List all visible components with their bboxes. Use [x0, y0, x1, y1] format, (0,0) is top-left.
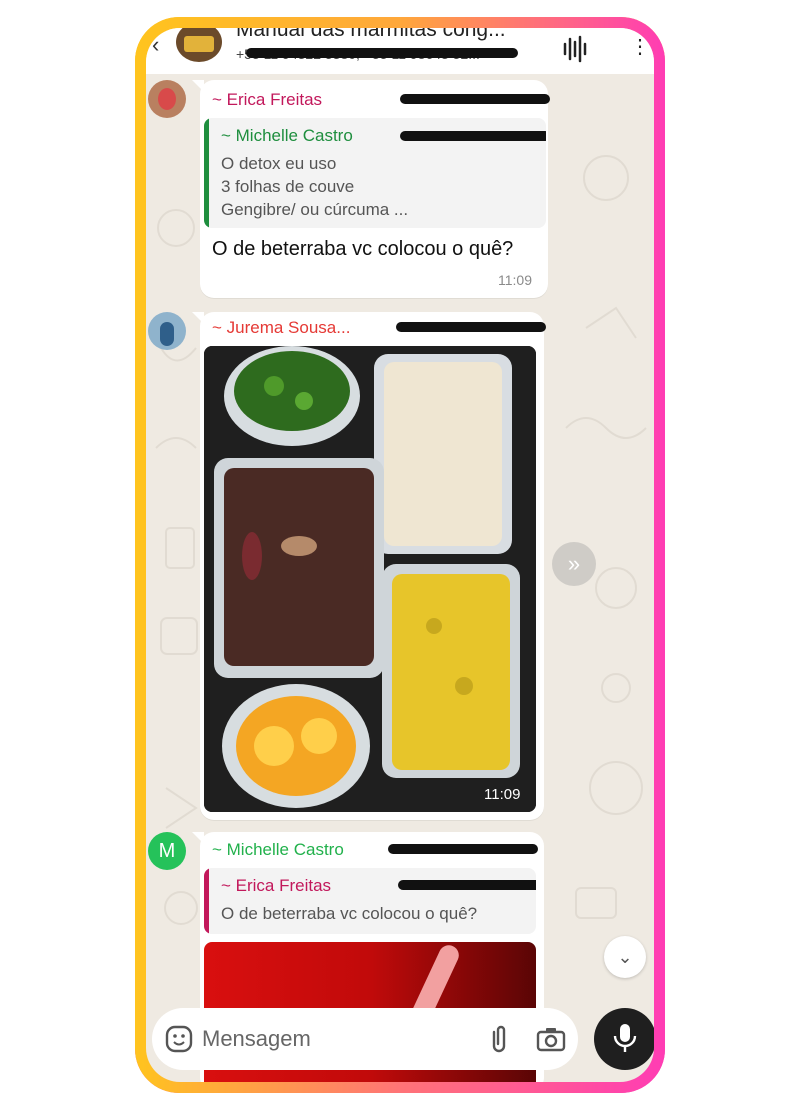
avatar-jurema[interactable]	[148, 312, 186, 350]
back-arrow-icon[interactable]: ‹	[152, 32, 159, 58]
avatar-erica[interactable]	[148, 80, 186, 118]
message-text: O de beterraba vc colocou o quê?	[212, 238, 514, 260]
camera-icon[interactable]	[536, 1024, 566, 1054]
quoted-message[interactable]: ~ Erica Freitas O de beterraba vc coloco…	[204, 868, 536, 934]
sender-name[interactable]: ~ Erica Freitas	[212, 90, 322, 110]
phone-redaction	[400, 94, 550, 104]
phone-redaction	[396, 322, 546, 332]
quote-line: O de beterraba vc colocou o quê?	[221, 904, 478, 923]
phone-redaction	[398, 880, 536, 890]
bubble-tail	[192, 832, 204, 844]
quote-line: 3 folhas de couve	[221, 177, 355, 196]
food-photo-image	[204, 346, 536, 812]
chat-screen: ‹ Manual das marmitas cong... +55 11 943…	[146, 28, 654, 1082]
chat-header: ‹ Manual das marmitas cong... +55 11 943…	[146, 28, 654, 74]
paperclip-icon[interactable]	[486, 1024, 512, 1054]
quote-line: Gengibre/ ou cúrcuma ...	[221, 200, 409, 219]
microphone-button[interactable]	[594, 1008, 654, 1070]
more-options-icon[interactable]: ⋮	[630, 34, 650, 59]
photo-time: 11:09	[484, 786, 521, 803]
message-time: 11:09	[498, 272, 532, 288]
bubble-tail	[192, 80, 204, 92]
quote-line: O detox eu uso	[221, 154, 337, 173]
bubble-tail	[192, 312, 204, 324]
phone-redaction	[400, 131, 546, 141]
redaction-bar	[246, 48, 518, 58]
message-bubble-photo[interactable]: ~ Jurema Sousa... 11:09	[192, 312, 546, 820]
quote-sender: ~ Erica Freitas	[221, 876, 332, 895]
message-composer[interactable]: Mensagem	[152, 1008, 578, 1070]
quote-bar	[204, 868, 209, 934]
microphone-icon	[613, 1024, 637, 1052]
phone-redaction	[388, 844, 538, 854]
food-photo[interactable]: 11:09	[204, 346, 536, 812]
message-bubble[interactable]: ~ Erica Freitas ~ Michelle Castro O deto…	[192, 80, 550, 298]
forward-icon[interactable]: »	[552, 542, 596, 586]
group-avatar[interactable]	[176, 28, 222, 62]
quote-sender: ~ Michelle Castro	[221, 126, 353, 145]
message-input[interactable]: Mensagem	[202, 1026, 311, 1052]
avatar-michelle[interactable]: M	[148, 832, 186, 870]
audio-wave-icon[interactable]	[560, 34, 590, 64]
sender-name[interactable]: ~ Michelle Castro	[212, 840, 344, 860]
sticker-icon[interactable]	[164, 1024, 194, 1054]
quoted-message[interactable]: ~ Michelle Castro O detox eu uso 3 folha…	[204, 118, 546, 228]
group-title[interactable]: Manual das marmitas cong...	[236, 28, 506, 42]
quote-bar	[204, 118, 209, 228]
double-chevron-down-icon: ⌄	[617, 947, 633, 967]
scroll-down-button[interactable]: ⌄	[604, 936, 646, 978]
sender-name[interactable]: ~ Jurema Sousa...	[212, 318, 350, 338]
